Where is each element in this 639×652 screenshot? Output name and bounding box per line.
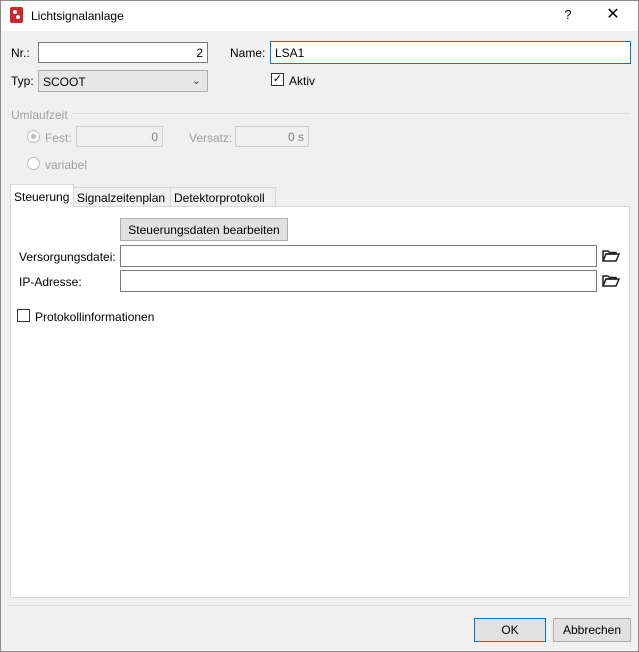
name-input[interactable] <box>270 41 631 64</box>
tab-detektorprotokoll[interactable]: Detektorprotokoll <box>170 187 276 206</box>
group-divider <box>73 113 630 114</box>
ip-label: IP-Adresse: <box>19 275 82 289</box>
aktiv-label: Aktiv <box>289 74 316 88</box>
ip-input[interactable] <box>120 270 597 292</box>
tab-label: Steuerung <box>14 190 70 204</box>
versatz-label: Versatz: <box>189 131 233 145</box>
traffic-light-app-icon <box>10 7 23 23</box>
folder-open-icon[interactable] <box>601 246 621 266</box>
chevron-down-icon: ⌄ <box>191 75 201 87</box>
folder-open-icon[interactable] <box>601 271 621 291</box>
help-button[interactable]: ? <box>557 4 579 26</box>
cancel-button[interactable]: Abbrechen <box>553 618 631 642</box>
umlaufzeit-group-label: Umlaufzeit <box>11 108 68 122</box>
window-title: Lichtsignalanlage <box>31 9 124 23</box>
protokoll-checkbox[interactable] <box>17 309 30 322</box>
title-bar: Lichtsignalanlage ? ✕ <box>1 1 638 31</box>
versorgungsdatei-label: Versorgungsdatei: <box>19 250 116 264</box>
ok-button[interactable]: OK <box>474 618 546 642</box>
fest-input[interactable] <box>76 126 163 147</box>
variabel-label: variabel <box>45 158 88 172</box>
versorgungsdatei-input[interactable] <box>120 245 597 267</box>
versatz-input[interactable] <box>235 126 309 147</box>
edit-control-data-button[interactable]: Steuerungsdaten bearbeiten <box>120 218 288 241</box>
nr-input[interactable] <box>38 42 208 63</box>
tab-signalzeitenplan[interactable]: Signalzeitenplan <box>73 187 171 206</box>
variabel-radio[interactable] <box>27 157 40 170</box>
close-icon[interactable]: ✕ <box>601 4 625 26</box>
fest-radio[interactable] <box>27 130 40 143</box>
tab-label: Signalzeitenplan <box>77 191 166 205</box>
typ-label: Typ: <box>11 74 34 88</box>
name-label: Name: <box>230 46 266 60</box>
nr-label: Nr.: <box>11 46 30 60</box>
protokoll-label: Protokollinformationen <box>35 310 155 324</box>
tab-steuerung[interactable]: Steuerung <box>10 184 74 207</box>
footer-divider <box>7 605 632 606</box>
typ-selected-value: SCOOT <box>43 75 86 89</box>
tab-label: Detektorprotokoll <box>174 191 265 205</box>
fest-label: Fest: <box>45 131 72 145</box>
aktiv-checkbox[interactable]: ✓ <box>271 73 284 86</box>
typ-select[interactable]: SCOOT ⌄ <box>38 70 208 92</box>
dialog-window: Lichtsignalanlage ? ✕ Nr.: Name: Typ: SC… <box>0 0 639 652</box>
